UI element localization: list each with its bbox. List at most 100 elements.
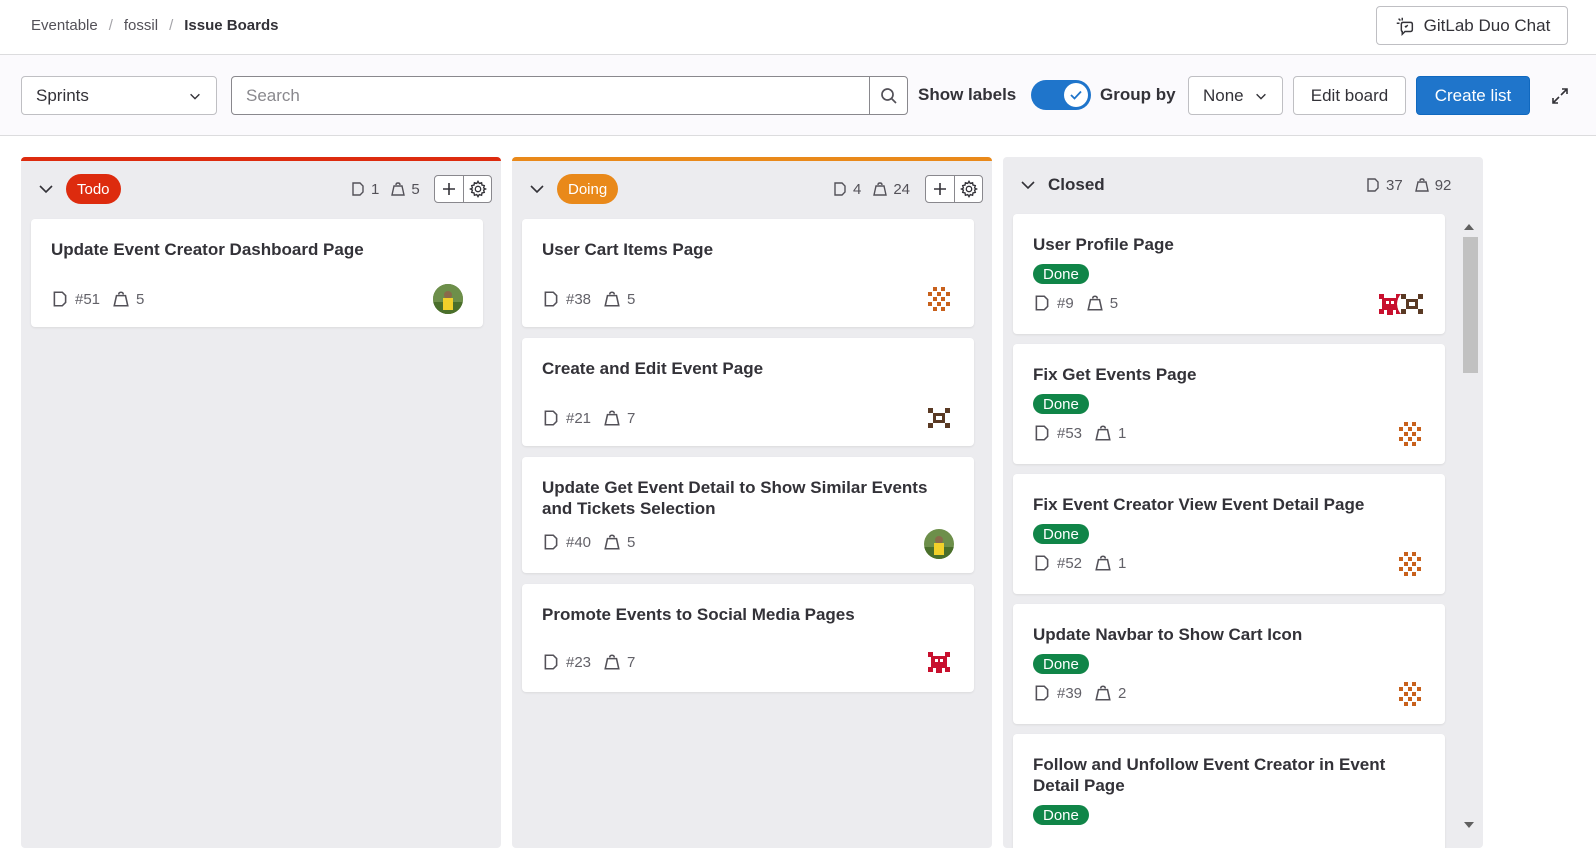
new-issue-button[interactable] (926, 176, 954, 202)
issue-card[interactable]: User Profile Page Done #9 5 (1013, 214, 1445, 334)
issue-meta: #53 1 (1033, 424, 1126, 442)
pattern-orange-avatar[interactable] (1395, 549, 1425, 579)
photo-avatar[interactable] (433, 284, 463, 314)
issues-icon (1367, 178, 1379, 192)
create-list-button[interactable]: Create list (1416, 76, 1530, 115)
issue-number: #38 (566, 290, 592, 308)
issue-card[interactable]: Update Navbar to Show Cart Icon Done #39… (1013, 604, 1445, 724)
label-badge[interactable]: Done (1033, 805, 1089, 825)
show-labels-toggle[interactable] (1031, 80, 1091, 110)
toggle-knob (1064, 83, 1088, 107)
pattern-orange-avatar[interactable] (1395, 679, 1425, 709)
chevron-down-icon[interactable] (1018, 175, 1038, 195)
chevron-down-icon[interactable] (527, 179, 547, 199)
issue-title[interactable]: User Cart Items Page (542, 239, 942, 260)
issue-meta: #9 5 (1033, 294, 1118, 312)
scroll-up-arrow[interactable] (1464, 224, 1474, 230)
list-settings-button[interactable] (463, 176, 491, 202)
issue-number: #40 (566, 533, 592, 551)
issue-title[interactable]: Follow and Unfollow Event Creator in Eve… (1033, 754, 1423, 796)
weight-icon (604, 654, 620, 670)
issue-card[interactable]: Update Get Event Detail to Show Similar … (522, 457, 974, 573)
issue-title[interactable]: Fix Get Events Page (1033, 364, 1423, 385)
weight-icon (604, 410, 620, 426)
photo-avatar[interactable] (924, 529, 954, 559)
issue-meta: #52 1 (1033, 554, 1126, 572)
issue-title[interactable]: User Profile Page (1033, 234, 1423, 255)
chevron-down-icon[interactable] (36, 179, 56, 199)
issue-weight: 7 (627, 653, 636, 671)
issue-title[interactable]: Fix Event Creator View Event Detail Page (1033, 494, 1423, 515)
issue-card[interactable]: Update Event Creator Dashboard Page #51 … (31, 219, 483, 327)
board-list-todo: Todo 1 5 Update Event Creator Dashboard … (21, 157, 501, 848)
label-badge[interactable]: Done (1033, 524, 1089, 544)
board-header: Doing 4 24 (512, 161, 992, 217)
chevron-down-icon (190, 93, 200, 100)
board-list-closed: Closed 37 92 User Profile Page Done #9 5… (1003, 157, 1483, 848)
weight-count: 24 (893, 180, 911, 198)
list-label-pill[interactable]: Doing (557, 174, 619, 204)
issue-meta: #21 7 (542, 409, 635, 427)
issue-number: #52 (1057, 554, 1083, 572)
chevron-down-icon (1256, 93, 1266, 100)
closed-list-scrollbar[interactable] (1459, 219, 1478, 833)
list-actions (925, 175, 983, 203)
weight-icon (1095, 555, 1111, 571)
issue-weight: 2 (1118, 684, 1127, 702)
issue-weight: 5 (136, 290, 145, 308)
label-badge[interactable]: Done (1033, 264, 1089, 284)
list-label-pill[interactable]: Todo (66, 174, 121, 204)
pattern-brown-avatar[interactable] (924, 403, 954, 433)
edit-board-button[interactable]: Edit board (1293, 76, 1406, 115)
pattern-orange-avatar[interactable] (924, 284, 954, 314)
search-button[interactable] (869, 77, 907, 114)
search-input[interactable] (232, 77, 869, 114)
weight-icon (604, 534, 620, 550)
pattern-orange-avatar[interactable] (1395, 419, 1425, 449)
issue-title[interactable]: Update Get Event Detail to Show Similar … (542, 477, 942, 519)
issue-card[interactable]: Promote Events to Social Media Pages #23… (522, 584, 974, 692)
issue-card[interactable]: Fix Event Creator View Event Detail Page… (1013, 474, 1445, 594)
gear-icon (959, 180, 978, 198)
issue-title[interactable]: Update Navbar to Show Cart Icon (1033, 624, 1423, 645)
issues-icon (1035, 685, 1049, 701)
breadcrumb-item-eventable[interactable]: Eventable (31, 17, 98, 34)
weight-icon (604, 291, 620, 307)
issue-card[interactable]: User Cart Items Page #38 5 (522, 219, 974, 327)
breadcrumb-separator: / (108, 17, 113, 34)
issue-card[interactable]: Create and Edit Event Page #21 7 (522, 338, 974, 446)
issues-icon (1035, 425, 1049, 441)
issue-number: #39 (1057, 684, 1083, 702)
breadcrumb-item-fossil[interactable]: fossil (124, 17, 158, 34)
issues-icon (1035, 555, 1049, 571)
board-header: Todo 1 5 (21, 161, 501, 217)
issue-card[interactable]: Follow and Unfollow Event Creator in Eve… (1013, 734, 1445, 848)
issue-weight: 5 (1109, 294, 1119, 312)
issue-card[interactable]: Fix Get Events Page Done #53 1 (1013, 344, 1445, 464)
scroll-down-arrow[interactable] (1464, 822, 1474, 828)
group-by-select[interactable]: None (1188, 76, 1283, 115)
issue-weight: 5 (627, 533, 636, 551)
duo-chat-button[interactable]: GitLab Duo Chat (1376, 6, 1568, 45)
pattern-brown-avatar[interactable] (1397, 289, 1427, 319)
list-counts: 37 92 (1365, 177, 1451, 194)
expand-icon[interactable] (1548, 84, 1572, 108)
new-issue-button[interactable] (435, 176, 463, 202)
breadcrumb-current[interactable]: Issue Boards (184, 17, 278, 34)
issues-count: 4 (853, 180, 862, 198)
issues-icon (544, 654, 558, 670)
pattern-red-avatar[interactable] (924, 647, 954, 677)
scroll-thumb[interactable] (1463, 237, 1478, 373)
list-title[interactable]: Closed (1048, 175, 1105, 195)
issue-title[interactable]: Update Event Creator Dashboard Page (51, 239, 451, 260)
label-badge[interactable]: Done (1033, 394, 1089, 414)
issue-title[interactable]: Create and Edit Event Page (542, 358, 942, 379)
list-counts: 4 24 (832, 181, 910, 198)
duo-chat-label: GitLab Duo Chat (1423, 15, 1551, 35)
weight-count: 5 (411, 180, 420, 198)
issue-title[interactable]: Promote Events to Social Media Pages (542, 604, 942, 625)
label-badge[interactable]: Done (1033, 654, 1089, 674)
sprints-select[interactable]: Sprints (21, 76, 217, 115)
gear-icon (468, 180, 487, 198)
list-settings-button[interactable] (954, 176, 982, 202)
